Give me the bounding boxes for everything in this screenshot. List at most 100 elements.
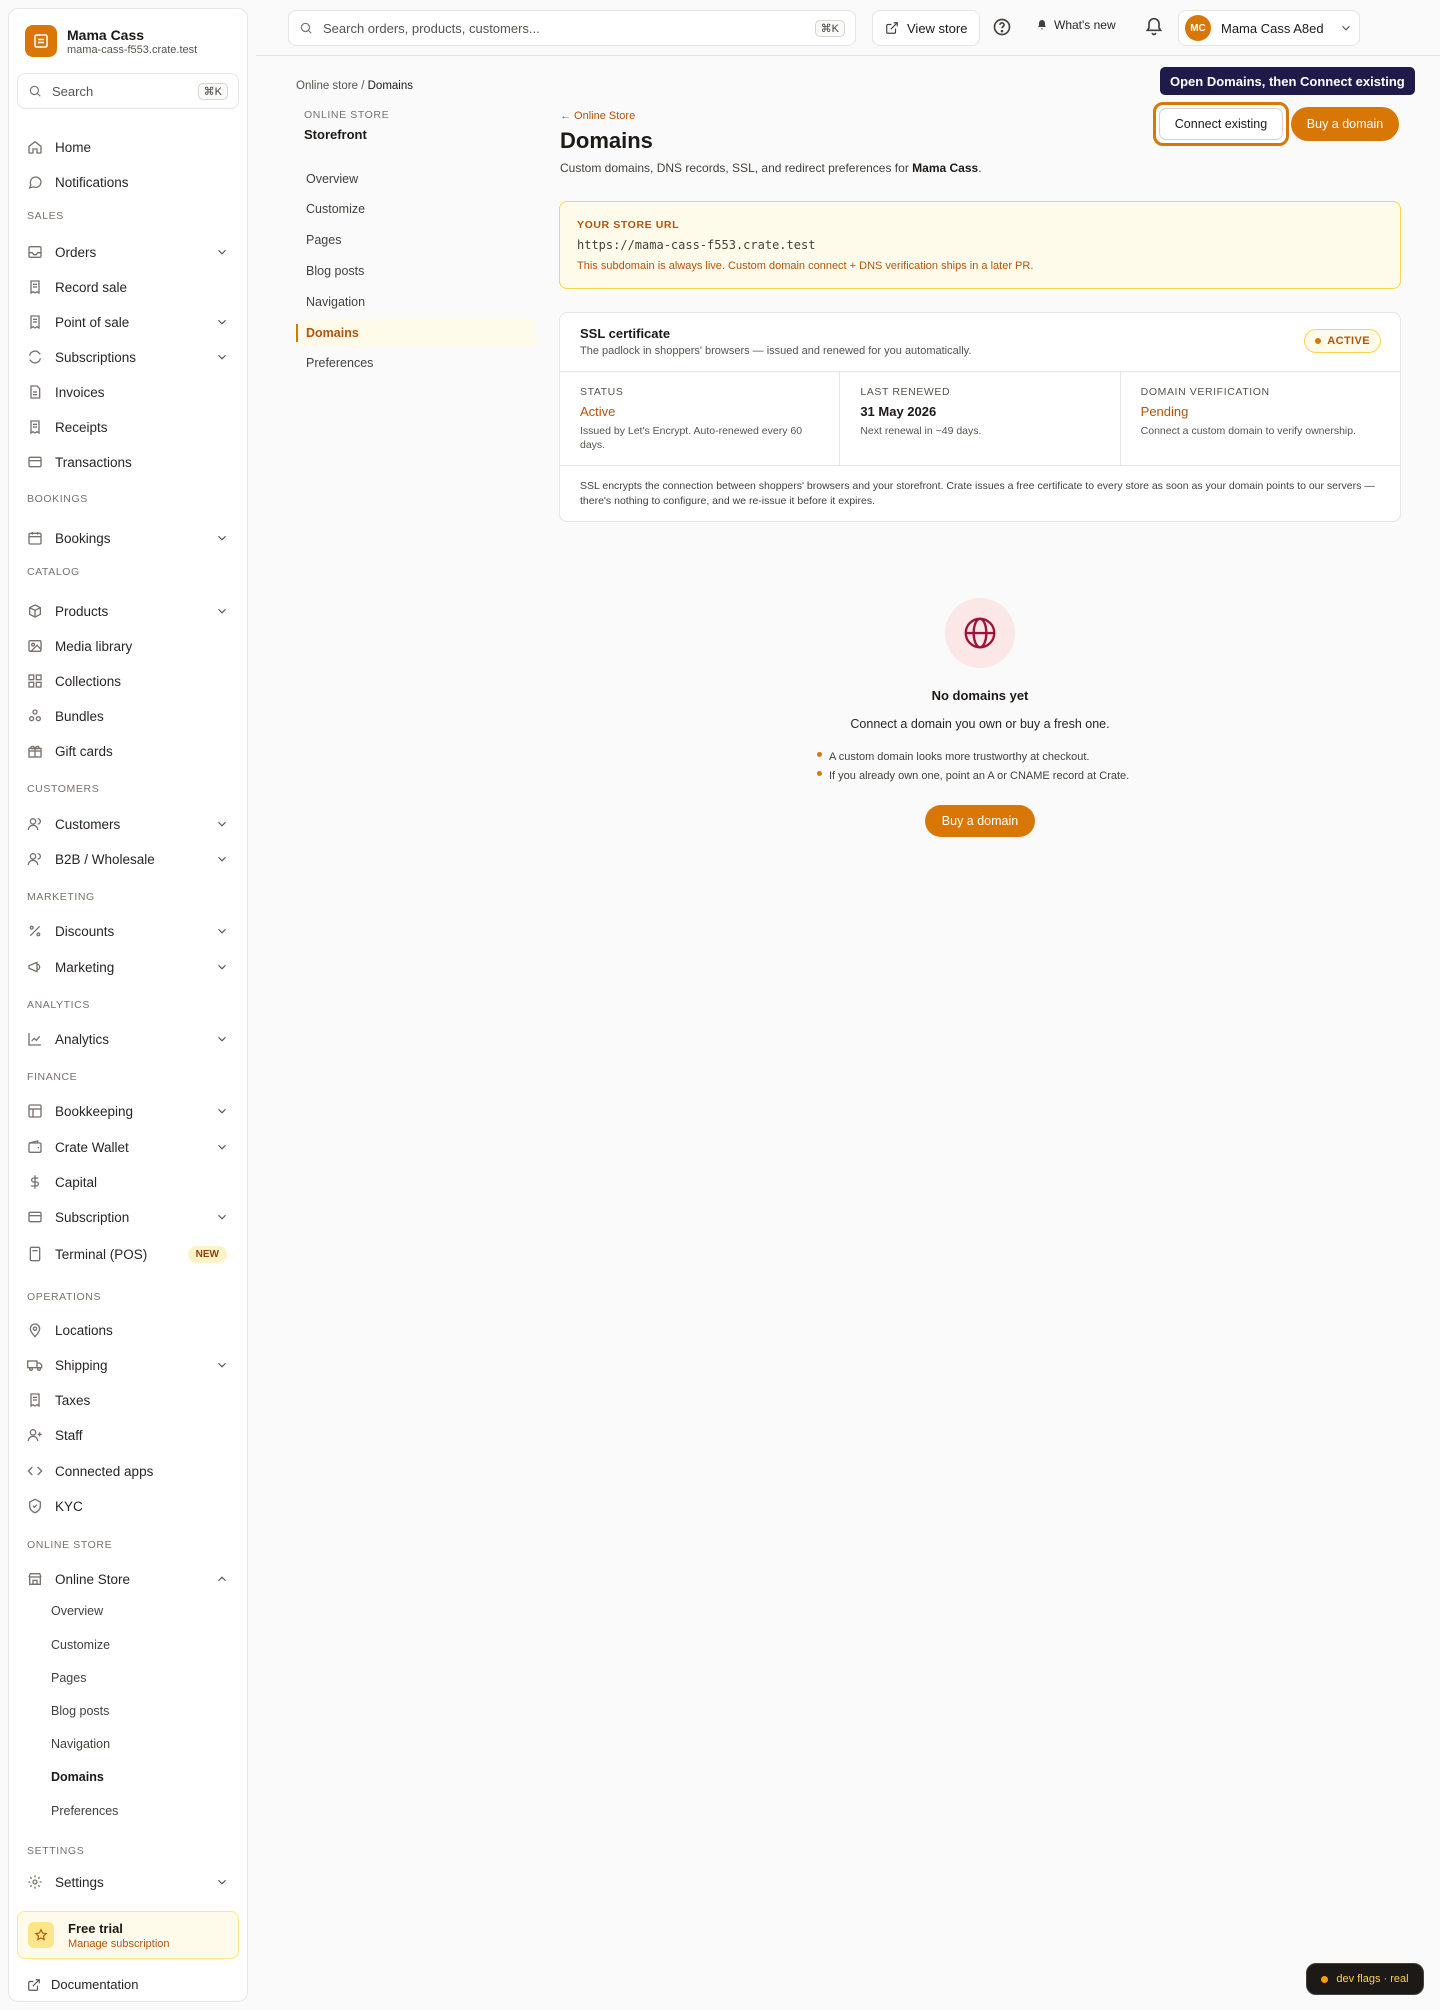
sidebar-item-invoices[interactable]: Invoices bbox=[17, 377, 239, 407]
sidebar-item-shipping[interactable]: Shipping bbox=[17, 1350, 239, 1380]
ledger-icon bbox=[28, 1104, 42, 1118]
notification-bell-icon[interactable] bbox=[1144, 17, 1164, 37]
external-link-icon bbox=[886, 22, 898, 34]
sidebar-item-gift-cards[interactable]: Gift cards bbox=[17, 736, 239, 766]
ssl-status-column: STATUS Active Issued by Let's Encrypt. A… bbox=[560, 372, 841, 465]
sidebar-item-subscription[interactable]: Subscription bbox=[17, 1202, 239, 1232]
connect-existing-button[interactable]: Connect existing bbox=[1153, 102, 1289, 146]
sidebar-subitem-domains[interactable]: Domains bbox=[51, 1770, 104, 1784]
sidebar-item-subscriptions[interactable]: Subscriptions bbox=[17, 342, 239, 372]
sidebar-item-marketing[interactable]: Marketing bbox=[17, 952, 239, 982]
sidebar-subitem-preferences[interactable]: Preferences bbox=[51, 1804, 118, 1818]
ssl-subtitle: The padlock in shoppers' browsers — issu… bbox=[580, 345, 972, 357]
subnav-item-blog-posts[interactable]: Blog posts bbox=[306, 264, 364, 278]
connect-existing-label: Connect existing bbox=[1159, 108, 1283, 140]
status-badge-label: ACTIVE bbox=[1327, 335, 1370, 347]
sidebar-item-bookkeeping[interactable]: Bookkeeping bbox=[17, 1096, 239, 1126]
sidebar-item-transactions[interactable]: Transactions bbox=[17, 447, 239, 477]
sidebar-item-label: Collections bbox=[55, 673, 122, 689]
bundle-icon bbox=[28, 709, 41, 722]
sidebar-item-notifications[interactable]: Notifications bbox=[17, 167, 239, 197]
sidebar-item-discounts[interactable]: Discounts bbox=[17, 916, 239, 946]
sidebar-item-collections[interactable]: Collections bbox=[17, 666, 239, 696]
sidebar-subitem-customize[interactable]: Customize bbox=[51, 1638, 110, 1652]
grid-icon bbox=[28, 674, 42, 688]
chevron-down-icon bbox=[218, 319, 226, 325]
new-badge: NEW bbox=[187, 1245, 227, 1263]
sidebar-subitem-pages[interactable]: Pages bbox=[51, 1671, 86, 1685]
sidebar-item-capital[interactable]: Capital bbox=[17, 1167, 239, 1197]
sidebar-item-connected-apps[interactable]: Connected apps bbox=[17, 1456, 239, 1486]
subnav-item-domains[interactable]: Domains bbox=[306, 326, 359, 340]
back-to-online-store-link[interactable]: ← Online Store bbox=[560, 110, 635, 122]
sidebar-item-label: Bookkeeping bbox=[55, 1103, 134, 1119]
sidebar-item-bookings[interactable]: Bookings bbox=[17, 523, 239, 553]
ssl-renewed-label: LAST RENEWED bbox=[860, 386, 951, 398]
sidebar-item-analytics[interactable]: Analytics bbox=[17, 1024, 239, 1054]
help-circle-icon[interactable] bbox=[992, 17, 1012, 37]
sidebar-item-settings[interactable]: Settings bbox=[17, 1867, 239, 1897]
sidebar-item-orders[interactable]: Orders bbox=[17, 237, 239, 267]
sidebar-search[interactable]: Search ⌘K bbox=[17, 73, 239, 109]
subnav-item-overview[interactable]: Overview bbox=[306, 172, 358, 186]
sidebar-item-products[interactable]: Products bbox=[17, 596, 239, 626]
buy-domain-button[interactable]: Buy a domain bbox=[1291, 107, 1399, 141]
section-heading-analytics: ANALYTICS bbox=[27, 999, 90, 1011]
manage-subscription-link[interactable]: Manage subscription bbox=[68, 1938, 170, 1950]
sidebar-item-home[interactable]: Home bbox=[17, 132, 239, 162]
subnav-item-navigation[interactable]: Navigation bbox=[306, 295, 365, 309]
receipt-icon bbox=[30, 280, 40, 295]
breadcrumb-parent[interactable]: Online store bbox=[296, 80, 358, 92]
section-heading-sales: SALES bbox=[27, 210, 64, 222]
sidebar-item-crate-wallet[interactable]: Crate Wallet bbox=[17, 1132, 239, 1162]
storefront-icon bbox=[28, 1573, 42, 1585]
calendar-icon bbox=[28, 532, 42, 545]
sidebar-subitem-blog-posts[interactable]: Blog posts bbox=[51, 1704, 109, 1718]
sidebar-item-locations[interactable]: Locations bbox=[17, 1315, 239, 1345]
subnav-item-customize[interactable]: Customize bbox=[306, 202, 365, 216]
subnav-item-preferences[interactable]: Preferences bbox=[306, 356, 373, 370]
sidebar-item-customers[interactable]: Customers bbox=[17, 809, 239, 839]
bullet-dot-icon bbox=[817, 751, 822, 757]
sidebar-item-taxes[interactable]: Taxes bbox=[17, 1385, 239, 1415]
sidebar-item-kyc[interactable]: KYC bbox=[17, 1491, 239, 1521]
dev-flags-toggle[interactable]: dev flags · real bbox=[1306, 1963, 1424, 1995]
chevron-down-icon bbox=[218, 249, 226, 255]
sidebar-item-online-store[interactable]: Online Store bbox=[17, 1564, 239, 1594]
sidebar-subitem-overview[interactable]: Overview bbox=[51, 1604, 103, 1618]
documentation-link[interactable]: Documentation bbox=[27, 1977, 138, 1992]
bullet-text: If you already own one, point an A or CN… bbox=[829, 770, 1130, 782]
empty-state-buy-domain-button[interactable]: Buy a domain bbox=[925, 805, 1035, 837]
sidebar-item-receipts[interactable]: Receipts bbox=[17, 412, 239, 442]
subnav-item-pages[interactable]: Pages bbox=[306, 233, 341, 247]
breadcrumb-current: Domains bbox=[367, 80, 414, 92]
sidebar-item-staff[interactable]: Staff bbox=[17, 1420, 239, 1450]
sidebar-item-record-sale[interactable]: Record sale bbox=[17, 272, 239, 302]
chevron-down-icon bbox=[218, 821, 226, 827]
chevron-down-icon bbox=[218, 1362, 226, 1368]
global-search-input[interactable]: Search orders, products, customers... ⌘K bbox=[288, 10, 856, 46]
section-heading-catalog: CATALOG bbox=[27, 566, 80, 578]
sidebar-subitem-navigation[interactable]: Navigation bbox=[51, 1737, 110, 1751]
search-shortcut: ⌘K bbox=[814, 19, 845, 37]
credit-card-icon bbox=[28, 456, 42, 468]
sidebar-item-label: Home bbox=[55, 139, 92, 155]
sidebar-item-media-library[interactable]: Media library bbox=[17, 631, 239, 661]
sidebar-item-b2b-wholesale[interactable]: B2B / Wholesale bbox=[17, 844, 239, 874]
whats-new-button[interactable]: What's new bbox=[1036, 18, 1116, 32]
sidebar-item-bundles[interactable]: Bundles bbox=[17, 701, 239, 731]
chevron-down-icon bbox=[218, 608, 226, 614]
section-heading-customers: CUSTOMERS bbox=[27, 783, 100, 795]
free-trial-card[interactable]: Free trial Manage subscription bbox=[17, 1911, 239, 1959]
sidebar-item-terminal-pos[interactable]: Terminal (POS) NEW bbox=[17, 1239, 239, 1269]
sidebar-search-placeholder: Search bbox=[52, 83, 94, 99]
receipt-icon bbox=[30, 1393, 40, 1408]
account-menu[interactable]: MC Mama Cass A8ed bbox=[1178, 10, 1360, 46]
store-switcher[interactable]: Mama Cass mama-cass-f553.crate.test bbox=[25, 25, 197, 57]
inbox-icon bbox=[28, 246, 42, 258]
sidebar-item-point-of-sale[interactable]: Point of sale bbox=[17, 307, 239, 337]
sidebar-item-label: Notifications bbox=[55, 174, 129, 190]
view-store-button[interactable]: View store bbox=[872, 10, 981, 46]
user-plus-icon bbox=[27, 1429, 42, 1442]
sidebar-item-label: Locations bbox=[55, 1322, 113, 1338]
